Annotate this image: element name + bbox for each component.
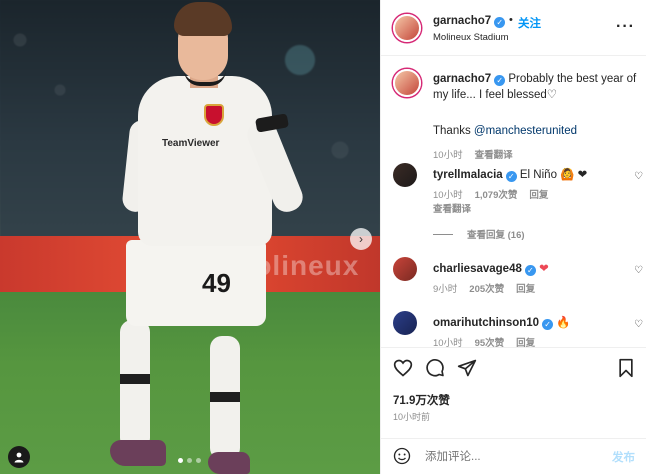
- comment-composer: 发布: [381, 438, 646, 474]
- post-sidebar: garnacho7 ✓ • 关注 Molineux Stadium ··· gar…: [380, 0, 646, 474]
- comment-username[interactable]: charliesavage48: [433, 263, 522, 275]
- comment-like-icon[interactable]: ♡: [634, 319, 643, 330]
- comment-likes[interactable]: 1,079次赞: [475, 190, 518, 201]
- heart-icon[interactable]: [393, 358, 413, 378]
- reply-button[interactable]: 回复: [516, 284, 535, 295]
- comment-like-icon[interactable]: ♡: [634, 265, 643, 276]
- verified-badge-icon: ✓: [494, 75, 506, 86]
- emoji-icon[interactable]: [393, 447, 411, 465]
- post-image[interactable]: Molineux 49 TeamViewer ›: [0, 0, 380, 474]
- comment-likes[interactable]: 205次赞: [469, 284, 504, 295]
- mention-link[interactable]: @manchesterunited: [474, 125, 577, 137]
- user-tag-button[interactable]: [8, 446, 30, 468]
- comment-text: El Niño 🙆 ❤: [519, 169, 588, 181]
- translate-link[interactable]: 查看翻译: [475, 150, 513, 161]
- comment-time: 9小时: [433, 284, 458, 295]
- shorts-number: 49: [202, 268, 231, 298]
- club-crest: [204, 104, 224, 126]
- comment-username[interactable]: omarihutchinson10: [433, 317, 539, 329]
- verified-badge-icon: ✓: [542, 319, 554, 330]
- avatar[interactable]: [393, 14, 421, 42]
- shirt-sponsor: TeamViewer: [162, 138, 220, 149]
- post-time: 10小时前: [393, 412, 431, 422]
- carousel-dot: [178, 458, 183, 463]
- avatar[interactable]: [393, 311, 417, 335]
- translate-link[interactable]: 查看翻译: [433, 201, 471, 215]
- separator: •: [509, 14, 513, 26]
- comment-icon[interactable]: [425, 358, 445, 378]
- player-figure: 49 TeamViewer: [110, 0, 330, 474]
- comment-likes[interactable]: 95次赞: [475, 338, 505, 347]
- comment-text: ❤: [539, 263, 549, 275]
- bookmark-icon[interactable]: [617, 358, 635, 378]
- comment-text: 🔥: [556, 317, 571, 329]
- caption-username[interactable]: garnacho7: [433, 73, 491, 85]
- comment-username[interactable]: tyrellmalacia: [433, 169, 503, 181]
- follow-button[interactable]: 关注: [518, 15, 541, 31]
- avatar[interactable]: [393, 163, 417, 187]
- post-actions: 71.9万次赞 10小时前: [381, 347, 646, 427]
- divider: [433, 233, 453, 235]
- verified-badge-icon: ✓: [505, 171, 517, 182]
- comment-like-icon[interactable]: ♡: [634, 171, 643, 182]
- send-icon[interactable]: [457, 358, 477, 378]
- verified-badge-icon: ✓: [494, 17, 506, 28]
- chevron-right-icon: ›: [359, 232, 363, 246]
- more-options-button[interactable]: ···: [616, 18, 635, 36]
- comment-input[interactable]: [425, 448, 585, 466]
- next-slide-button[interactable]: ›: [350, 228, 372, 250]
- carousel-dots: [178, 458, 201, 463]
- header-username[interactable]: garnacho7: [433, 15, 491, 27]
- carousel-dot: [187, 458, 192, 463]
- reply-button[interactable]: 回复: [516, 338, 535, 347]
- comment-time: 10小时: [433, 338, 463, 347]
- view-replies-label: 查看回复 (16): [467, 230, 525, 241]
- reply-button[interactable]: 回复: [529, 190, 548, 201]
- post-header: garnacho7 ✓ • 关注 Molineux Stadium ···: [381, 0, 646, 56]
- likes-count[interactable]: 71.9万次赞: [393, 392, 450, 408]
- comment-time: 10小时: [433, 190, 463, 201]
- avatar[interactable]: [393, 257, 417, 281]
- caption-thanks: Thanks: [433, 125, 474, 137]
- location-link[interactable]: Molineux Stadium: [433, 32, 509, 43]
- comments-list[interactable]: garnacho7 ✓ Probably the best year of my …: [381, 57, 646, 347]
- post-comment-button[interactable]: 发布: [612, 449, 635, 465]
- carousel-dot: [196, 458, 201, 463]
- caption-time: 10小时: [433, 150, 463, 161]
- avatar[interactable]: [393, 69, 421, 97]
- verified-badge-icon: ✓: [524, 265, 536, 276]
- user-tag-icon: [14, 452, 24, 463]
- view-replies-button[interactable]: 查看回复 (16): [433, 227, 525, 241]
